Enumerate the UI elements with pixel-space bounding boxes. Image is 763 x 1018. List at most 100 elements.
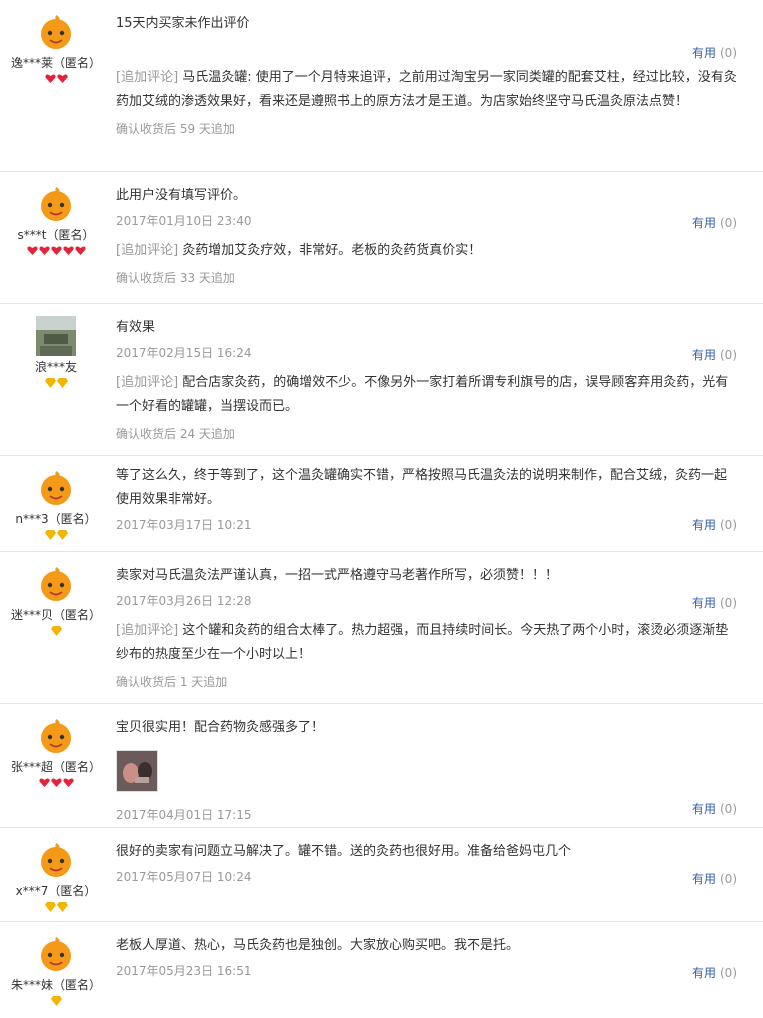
append-tag: [追加评论] bbox=[116, 623, 179, 638]
useful-label: 有用 bbox=[691, 802, 716, 816]
credit-badge bbox=[0, 530, 112, 542]
photo-thumbnail-icon bbox=[117, 751, 157, 791]
append-text: 配合店家灸药，的确增效不少。不像另外一家打着所谓专利旗号的店，误导顾客弃用灸药，… bbox=[116, 375, 729, 414]
useful-count: (0) bbox=[720, 966, 737, 980]
gold-diamond-icon bbox=[50, 626, 62, 636]
useful-button[interactable]: 有用 (0) bbox=[692, 870, 737, 887]
review-photo[interactable] bbox=[116, 750, 158, 792]
reviewer-name: s***t（匿名） bbox=[17, 228, 95, 242]
gold-diamond-icon bbox=[44, 530, 56, 540]
reviewer: s***t（匿名） bbox=[0, 184, 112, 258]
reviewer: 逸***莱（匿名） bbox=[0, 12, 112, 86]
red-heart-icon bbox=[26, 246, 38, 255]
append-tag: [追加评论] bbox=[116, 243, 179, 258]
red-heart-icon bbox=[50, 246, 62, 255]
reviewer-name: 朱***妹（匿名） bbox=[10, 978, 101, 992]
gold-diamond-icon bbox=[56, 530, 68, 540]
append-tag: [追加评论] bbox=[116, 375, 179, 390]
red-heart-icon bbox=[44, 74, 56, 83]
review-content: 15天内买家未作出评价 [追加评论] 马氏温灸罐: 使用了一个月特来追评，之前用… bbox=[116, 12, 739, 137]
review-date: 2017年05月07日 10:24 bbox=[116, 870, 252, 884]
append-text: 马氏温灸罐: 使用了一个月特来追评，之前用过淘宝另一家同类罐的配套艾柱，经过比较… bbox=[116, 70, 737, 109]
append-comment: [追加评论] 这个罐和灸药的组合太棒了。热力超强，而且持续时间长。今天热了两个小… bbox=[116, 619, 739, 667]
reviewer: n***3（匿名） bbox=[0, 468, 112, 542]
review-item: 浪***友 有效果 2017年02月15日 16:24 [追加评论] 配合店家灸… bbox=[0, 304, 763, 456]
useful-button[interactable]: 有用 (0) bbox=[692, 594, 737, 611]
reviewer-name: 浪***友 bbox=[34, 360, 77, 374]
reviewer: x***7（匿名） bbox=[0, 840, 112, 914]
red-heart-icon bbox=[62, 246, 74, 255]
useful-button[interactable]: 有用 (0) bbox=[692, 346, 737, 363]
credit-badge bbox=[0, 246, 112, 258]
review-text: 宝贝很实用！配合药物灸感强多了！ bbox=[116, 720, 325, 735]
review-item: 朱***妹（匿名） 老板人厚道、热心，马氏灸药也是独创。大家放心购买吧。我不是托… bbox=[0, 922, 763, 1018]
review-item: x***7（匿名） 很好的卖家有问题立马解决了。罐不错。送的灸药也很好用。准备给… bbox=[0, 828, 763, 922]
useful-button[interactable]: 有用 (0) bbox=[692, 44, 737, 61]
append-date: 确认收货后 59 天追加 bbox=[116, 122, 235, 136]
append-date: 确认收货后 24 天追加 bbox=[116, 427, 235, 441]
credit-badge bbox=[0, 996, 112, 1008]
review-date: 2017年03月17日 10:21 bbox=[116, 518, 252, 532]
taobao-doll-avatar-icon[interactable] bbox=[36, 840, 76, 880]
taobao-doll-avatar-icon[interactable] bbox=[36, 934, 76, 974]
review-text: 此用户没有填写评价。 bbox=[116, 188, 247, 203]
review-content: 宝贝很实用！配合药物灸感强多了！ 2017年04月01日 17:15 bbox=[116, 716, 739, 823]
user-photo-avatar-icon[interactable] bbox=[36, 316, 76, 356]
taobao-doll-avatar-icon[interactable] bbox=[36, 12, 76, 52]
useful-button[interactable]: 有用 (0) bbox=[692, 516, 737, 533]
red-heart-icon bbox=[38, 778, 50, 787]
append-comment: [追加评论] 灸药增加艾灸疗效，非常好。老板的灸药货真价实！ bbox=[116, 239, 739, 263]
useful-button[interactable]: 有用 (0) bbox=[692, 800, 737, 817]
append-text: 这个罐和灸药的组合太棒了。热力超强，而且持续时间长。今天热了两个小时，滚烫必须逐… bbox=[116, 623, 729, 662]
review-date: 2017年04月01日 17:15 bbox=[116, 808, 252, 822]
review-item: 张***超（匿名） 宝贝很实用！配合药物灸感强多了！ 2017年04月01日 1… bbox=[0, 704, 763, 828]
red-heart-icon bbox=[38, 246, 50, 255]
review-text: 15天内买家未作出评价 bbox=[116, 16, 250, 31]
append-comment: [追加评论] 马氏温灸罐: 使用了一个月特来追评，之前用过淘宝另一家同类罐的配套… bbox=[116, 66, 739, 114]
review-item: 迷***贝（匿名） 卖家对马氏温灸法严谨认真，一招一式严格遵守马老著作所写，必须… bbox=[0, 552, 763, 704]
review-text: 有效果 bbox=[116, 320, 156, 335]
useful-label: 有用 bbox=[691, 46, 716, 60]
useful-label: 有用 bbox=[691, 966, 716, 980]
append-date: 确认收货后 1 天追加 bbox=[116, 675, 228, 689]
review-content: 有效果 2017年02月15日 16:24 [追加评论] 配合店家灸药，的确增效… bbox=[116, 316, 739, 442]
review-content: 此用户没有填写评价。 2017年01月10日 23:40 [追加评论] 灸药增加… bbox=[116, 184, 739, 286]
red-heart-icon bbox=[56, 74, 68, 83]
reviewer: 张***超（匿名） bbox=[0, 716, 112, 790]
reviewer: 迷***贝（匿名） bbox=[0, 564, 112, 638]
taobao-doll-avatar-icon[interactable] bbox=[36, 564, 76, 604]
review-date: 2017年05月23日 16:51 bbox=[116, 964, 252, 978]
credit-badge bbox=[0, 74, 112, 86]
append-comment: [追加评论] 配合店家灸药，的确增效不少。不像另外一家打着所谓专利旗号的店，误导… bbox=[116, 371, 739, 419]
useful-label: 有用 bbox=[691, 216, 716, 230]
credit-badge bbox=[0, 778, 112, 790]
reviewer-name: n***3（匿名） bbox=[15, 512, 97, 526]
useful-count: (0) bbox=[720, 348, 737, 362]
useful-count: (0) bbox=[720, 596, 737, 610]
review-content: 很好的卖家有问题立马解决了。罐不错。送的灸药也很好用。准备给爸妈屯几个 2017… bbox=[116, 840, 739, 885]
review-date: 2017年03月26日 12:28 bbox=[116, 594, 252, 608]
useful-label: 有用 bbox=[691, 518, 716, 532]
taobao-doll-avatar-icon[interactable] bbox=[36, 716, 76, 756]
append-tag: [追加评论] bbox=[116, 70, 179, 85]
gold-diamond-icon bbox=[44, 378, 56, 388]
append-date: 确认收货后 33 天追加 bbox=[116, 271, 235, 285]
taobao-doll-avatar-icon[interactable] bbox=[36, 184, 76, 224]
taobao-doll-avatar-icon[interactable] bbox=[36, 468, 76, 508]
useful-count: (0) bbox=[720, 518, 737, 532]
review-item: s***t（匿名） 此用户没有填写评价。 2017年01月10日 23:40 [… bbox=[0, 172, 763, 304]
reviewer-name: 张***超（匿名） bbox=[10, 760, 101, 774]
useful-button[interactable]: 有用 (0) bbox=[692, 214, 737, 231]
gold-diamond-icon bbox=[56, 378, 68, 388]
useful-count: (0) bbox=[720, 802, 737, 816]
reviewer: 朱***妹（匿名） bbox=[0, 934, 112, 1008]
useful-label: 有用 bbox=[691, 872, 716, 886]
reviewer-name: 逸***莱（匿名） bbox=[10, 56, 101, 70]
review-text: 卖家对马氏温灸法严谨认真，一招一式严格遵守马老著作所写，必须赞！！！ bbox=[116, 568, 559, 583]
gold-diamond-icon bbox=[50, 996, 62, 1006]
useful-label: 有用 bbox=[691, 348, 716, 362]
review-text: 很好的卖家有问题立马解决了。罐不错。送的灸药也很好用。准备给爸妈屯几个 bbox=[116, 844, 572, 859]
review-date: 2017年02月15日 16:24 bbox=[116, 346, 252, 360]
reviewer: 浪***友 bbox=[0, 316, 112, 390]
useful-button[interactable]: 有用 (0) bbox=[692, 964, 737, 981]
